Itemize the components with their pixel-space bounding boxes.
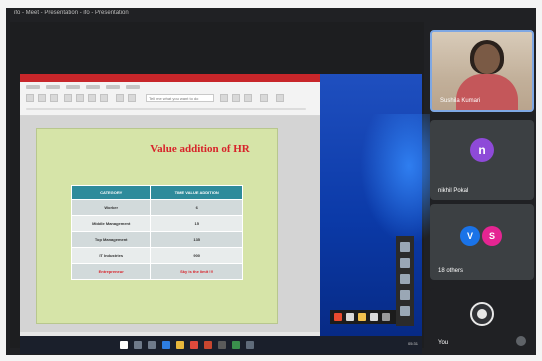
shapes-icon[interactable] [220, 94, 228, 102]
file-explorer-icon[interactable] [176, 341, 184, 349]
obs-icon[interactable] [218, 341, 226, 349]
app-icon[interactable] [232, 341, 240, 349]
table-row: Worker 6 [70, 199, 243, 216]
self-view-tile[interactable]: You [430, 288, 534, 352]
align-icon[interactable] [116, 94, 124, 102]
table-cell: 900 [150, 247, 243, 264]
participant-avatar: V [460, 226, 480, 246]
others-tile[interactable]: V S 18 others [430, 204, 534, 280]
quick-styles-icon[interactable] [244, 94, 252, 102]
powerpoint-ribbon: Tell me what you want to do [20, 82, 320, 116]
self-name: You [438, 340, 449, 346]
app-icon[interactable] [334, 313, 342, 321]
app-icon[interactable] [400, 290, 410, 300]
underline-icon[interactable] [100, 94, 108, 102]
app-icon[interactable] [370, 313, 378, 321]
participant-tile[interactable]: n nikhil Pokal [430, 120, 534, 200]
taskbar-clock[interactable]: 05:31 [382, 341, 418, 349]
table-header: TIME VALUE ADDITION [150, 185, 243, 200]
bullets-icon[interactable] [128, 94, 136, 102]
table-row: Top Management 135 [70, 231, 243, 248]
table-cell: 15 [150, 215, 243, 232]
windows-taskbar: 05:31 [20, 336, 422, 354]
table-cell: Middle Management [70, 215, 152, 232]
table-cell: Worker [70, 199, 152, 216]
app-icon[interactable] [400, 242, 410, 252]
table-row: IT Industries 900 [70, 247, 243, 264]
table-cell: Entrepreneur [70, 263, 152, 280]
table-header: CATEGORY [70, 185, 152, 200]
participant-body [456, 74, 518, 110]
screenshot-frame: ifo - Meet - Presentation - ifo - Presen… [0, 0, 542, 361]
arrange-icon[interactable] [232, 94, 240, 102]
windows-start-icon[interactable] [120, 341, 128, 349]
participant-face [474, 44, 500, 74]
participant-name: nikhil Pokal [438, 188, 469, 194]
bold-icon[interactable] [76, 94, 84, 102]
table-row: Entrepreneur Sky is the limit !!! [70, 263, 243, 280]
app-icon[interactable] [400, 274, 410, 284]
app-icon[interactable] [382, 313, 390, 321]
slide-editor: Value addition of HR CATEGORY TIME VALUE… [20, 116, 320, 332]
wallpaper-glow [360, 114, 430, 244]
new-slide-icon[interactable] [38, 94, 46, 102]
participant-avatar: S [482, 226, 502, 246]
edge-icon[interactable] [162, 341, 170, 349]
window-title: ifo - Meet - Presentation - ifo - Presen… [14, 10, 129, 16]
table-cell: Top Management [70, 231, 152, 248]
app-strip [330, 310, 396, 324]
ribbon-tab[interactable] [26, 85, 40, 89]
others-count-label: 18 others [438, 268, 464, 274]
table-cell: Sky is the limit !!! [150, 263, 243, 280]
app-icon[interactable] [400, 306, 410, 316]
table-cell: IT Industries [70, 247, 152, 264]
layout-icon[interactable] [50, 94, 58, 102]
mic-off-icon[interactable] [516, 336, 526, 346]
participant-avatar: n [470, 138, 494, 162]
obs-icon [470, 302, 494, 326]
table-cell: 6 [150, 199, 243, 216]
ribbon-tab[interactable] [46, 85, 60, 89]
app-icon[interactable] [346, 313, 354, 321]
current-slide[interactable]: Value addition of HR CATEGORY TIME VALUE… [36, 128, 278, 324]
task-view-icon[interactable] [148, 341, 156, 349]
google-meet-window: ifo - Meet - Presentation - ifo - Presen… [6, 8, 536, 355]
chrome-icon[interactable] [190, 341, 198, 349]
presentation-area: Tell me what you want to do Value additi… [10, 22, 430, 354]
shared-screen: Tell me what you want to do Value additi… [20, 74, 430, 354]
app-icon[interactable] [400, 258, 410, 268]
search-icon[interactable] [134, 341, 142, 349]
ribbon-tab[interactable] [126, 85, 140, 89]
app-icon[interactable] [358, 313, 366, 321]
ribbon-tab[interactable] [86, 85, 100, 89]
side-toolbar [396, 236, 414, 326]
table-row: Middle Management 15 [70, 215, 243, 232]
powerpoint-icon[interactable] [204, 341, 212, 349]
ribbon-tab[interactable] [66, 85, 80, 89]
app-icon[interactable] [246, 341, 254, 349]
replace-icon[interactable] [276, 94, 284, 102]
slide-title: Value addition of HR [150, 143, 250, 155]
paste-icon[interactable] [26, 94, 34, 102]
tell-me-search-field[interactable]: Tell me what you want to do [146, 94, 214, 102]
ribbon-tab[interactable] [106, 85, 120, 89]
find-icon[interactable] [260, 94, 268, 102]
ribbon-group-labels [26, 108, 306, 110]
table-cell: 135 [150, 231, 243, 248]
italic-icon[interactable] [88, 94, 96, 102]
participant-tile-speaker[interactable]: Sushila Kumari [430, 30, 534, 112]
font-icon[interactable] [64, 94, 72, 102]
powerpoint-title-bar [20, 74, 320, 82]
participant-name: Sushila Kumari [440, 98, 481, 104]
value-addition-table: CATEGORY TIME VALUE ADDITION Worker 6 Mi… [70, 185, 243, 280]
